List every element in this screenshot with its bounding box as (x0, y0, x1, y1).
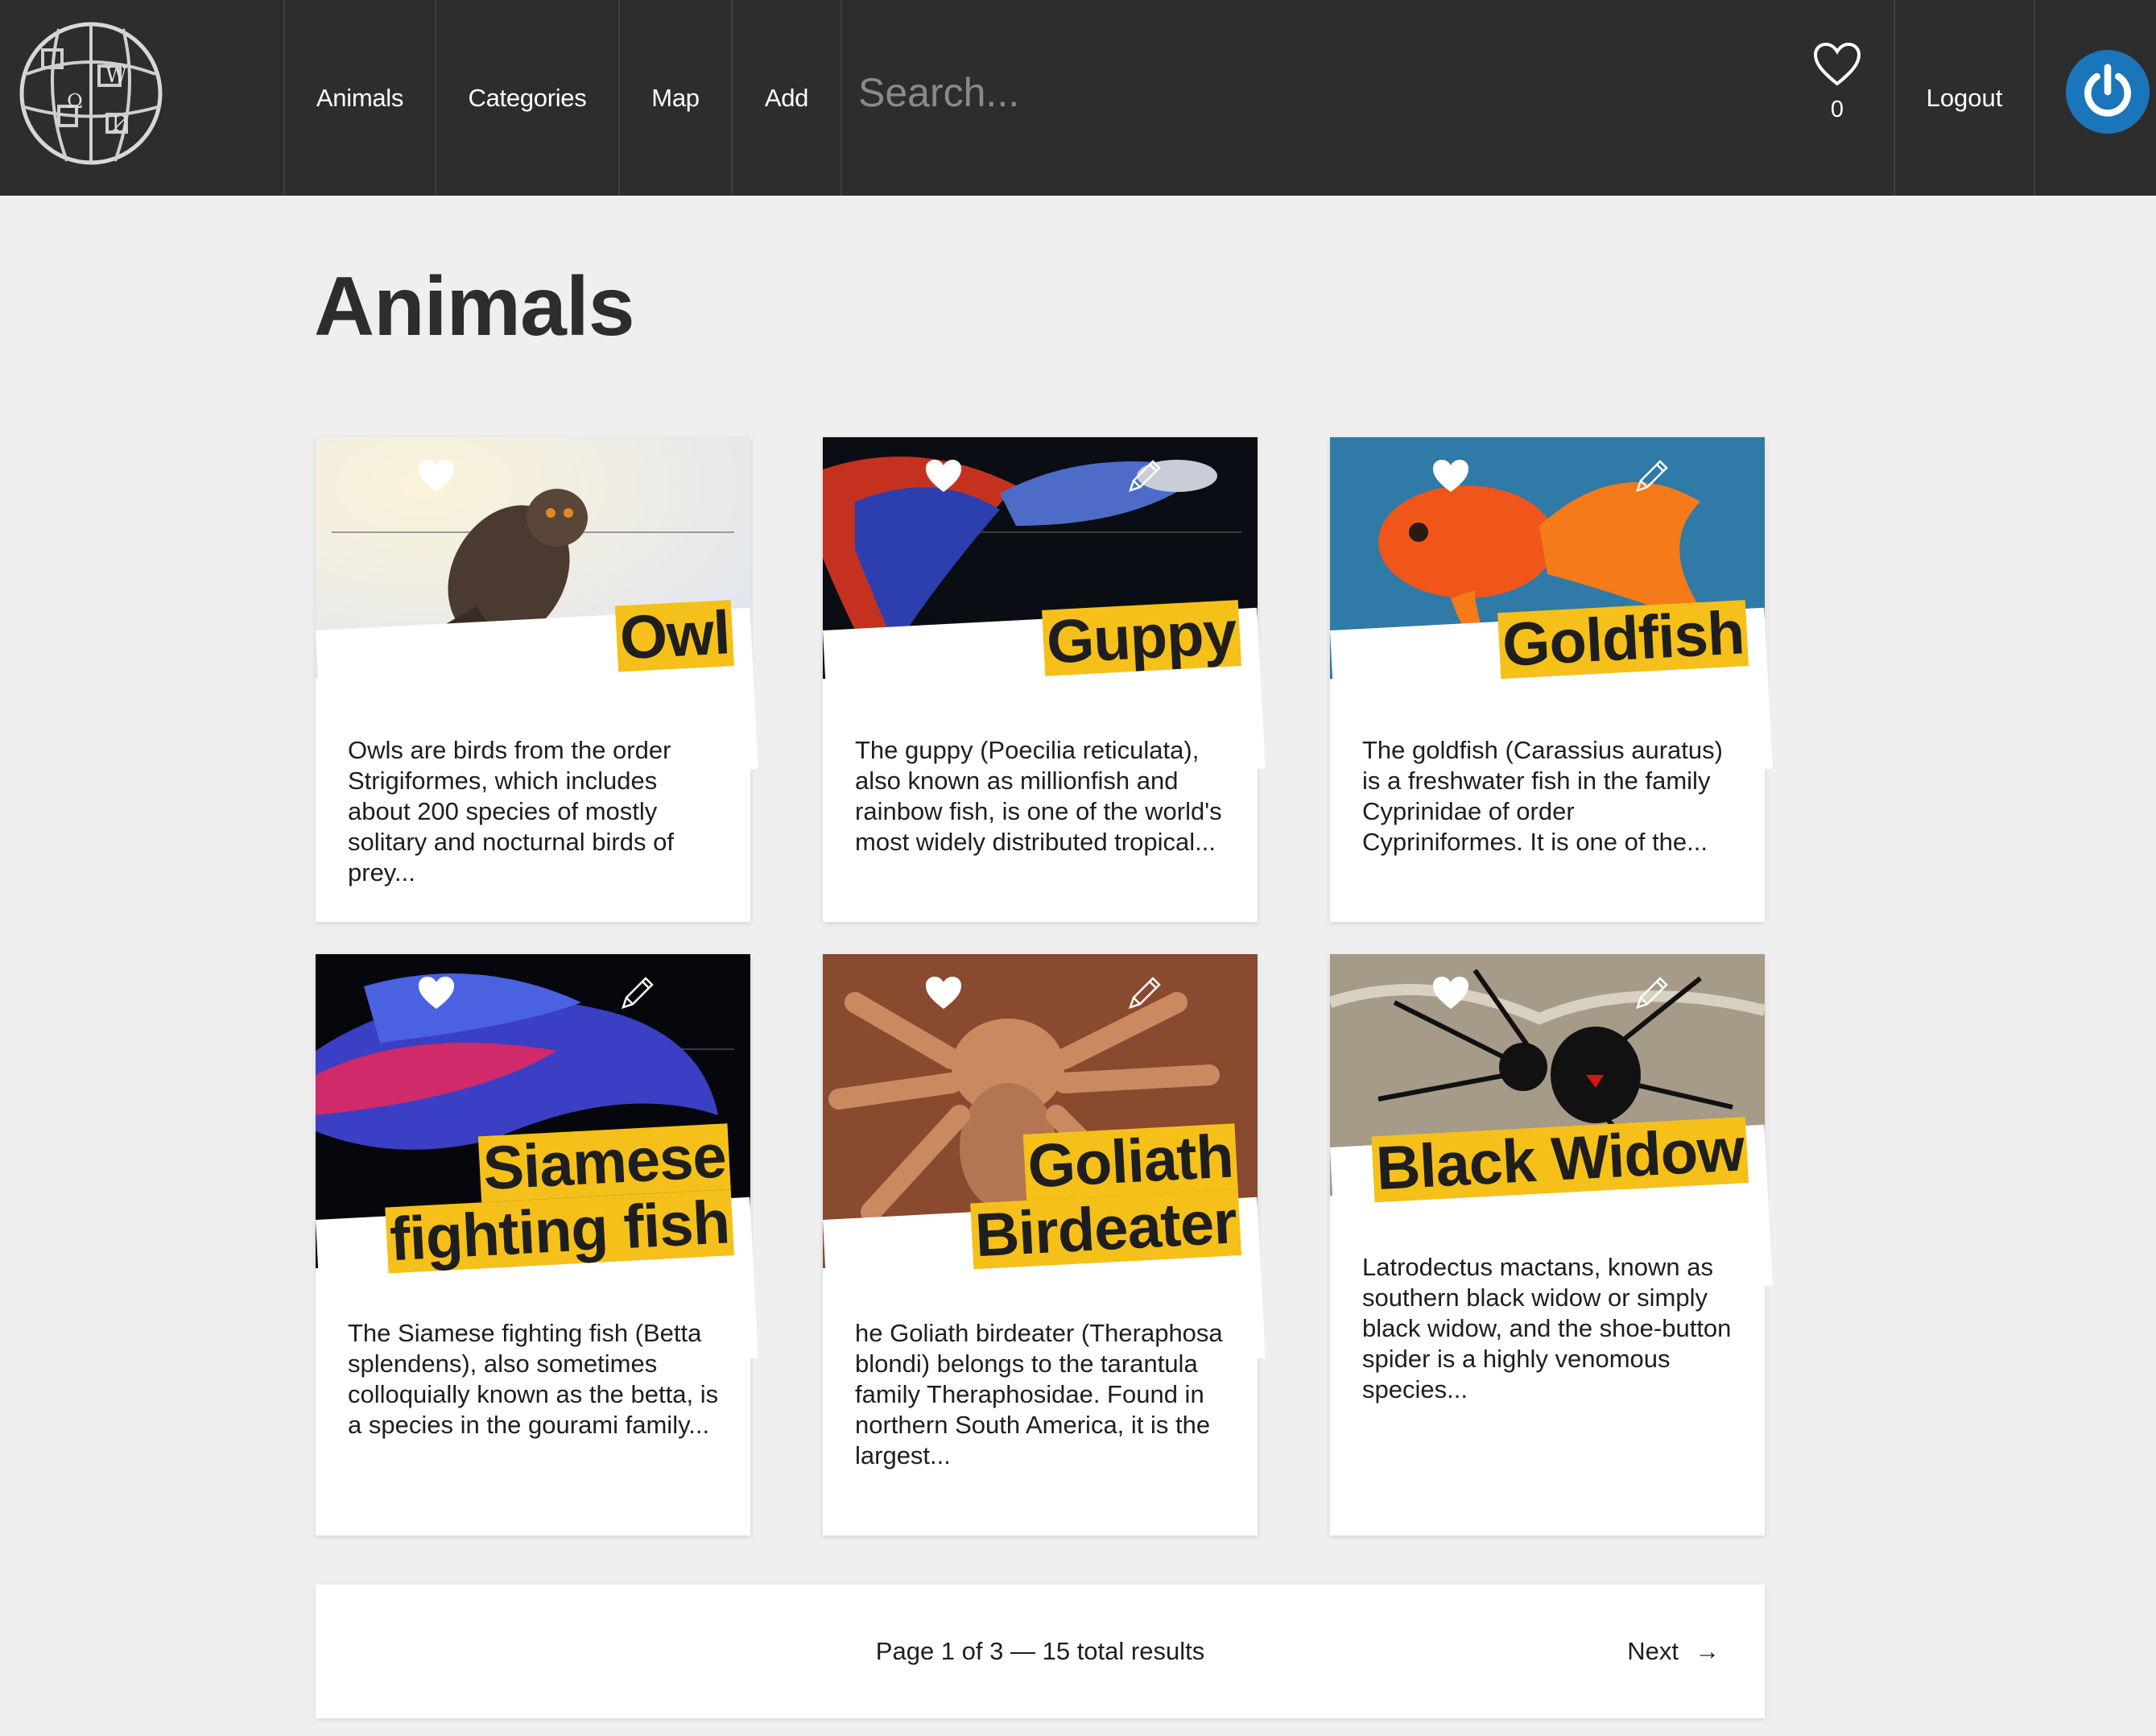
card-description: The goldfish (Carassius auratus) is a fr… (1362, 736, 1723, 856)
card-description: Latrodectus mactans, known as southern b… (1362, 1253, 1732, 1403)
next-page-label: Next (1627, 1637, 1679, 1665)
card-title-badge: Guppy (1042, 598, 1241, 677)
card-description: he Goliath birdeater (Theraphosa blondi)… (855, 1319, 1223, 1469)
favorite-heart-icon[interactable] (417, 458, 456, 494)
edit-pencil-icon[interactable] (1631, 972, 1673, 1014)
animal-card-guppy[interactable]: Guppy The guppy (Poecilia reticulata), a… (823, 437, 1266, 922)
card-title-line: Birdeater (970, 1188, 1241, 1270)
power-icon (2084, 64, 2131, 117)
svg-text:И: И (112, 113, 129, 135)
logout-link[interactable]: Logout (1895, 0, 2034, 196)
search-input[interactable] (858, 64, 1768, 121)
card-title-badge: Goliath Birdeater (967, 1122, 1241, 1270)
card-description: The Siamese fighting fish (Betta splende… (348, 1319, 719, 1439)
nav-link-animals[interactable]: Animals (285, 0, 435, 196)
nav-divider (841, 0, 842, 196)
page-title: Animals (314, 260, 635, 353)
next-page-link[interactable]: Next → (1627, 1585, 1720, 1718)
favorite-heart-icon[interactable] (417, 975, 456, 1011)
card-title-badge: Goldfish (1497, 598, 1749, 680)
edit-pencil-icon[interactable] (1124, 455, 1166, 497)
arrow-right-icon: → (1695, 1637, 1720, 1665)
nav-link-map[interactable]: Map (620, 0, 731, 196)
animal-card-goldfish[interactable]: Goldfish The goldfish (Carassius auratus… (1330, 437, 1773, 922)
edit-pencil-icon[interactable] (1124, 972, 1166, 1014)
favorite-heart-icon[interactable] (1431, 975, 1470, 1011)
top-navigation-bar: W Ω И Animals Categories Map Add 0 Logou… (0, 0, 2156, 196)
card-title-line: Goldfish (1497, 598, 1749, 680)
pagination-bar: Page 1 of 3 — 15 total results Next → (316, 1585, 1765, 1718)
favorite-heart-icon[interactable] (924, 458, 963, 494)
favorite-heart-icon[interactable] (924, 975, 963, 1011)
pagination-status: Page 1 of 3 — 15 total results (875, 1637, 1205, 1665)
animal-card-goliath-birdeater[interactable]: Goliath Birdeater he Goliath birdeater (… (823, 954, 1266, 1536)
animal-card-siamese-fighting-fish[interactable]: Siamese fighting fish The Siamese fighti… (316, 954, 758, 1536)
favorites-button[interactable]: 0 (1800, 42, 1874, 147)
animal-card-black-widow[interactable]: Black Widow Latrodectus mactans, known a… (1330, 954, 1773, 1536)
card-title-line: Owl (614, 598, 734, 672)
nav-divider (2034, 0, 2035, 196)
card-title-badge: Siamese fighting fish (382, 1122, 734, 1274)
wikipedia-globe-logo[interactable]: W Ω И (10, 18, 172, 166)
animal-card-owl[interactable]: Owl Owls are birds from the order Strigi… (316, 437, 758, 922)
edit-pencil-icon[interactable] (1631, 455, 1673, 497)
nav-link-add[interactable]: Add (733, 0, 841, 196)
nav-link-categories[interactable]: Categories (436, 0, 618, 196)
edit-pencil-icon[interactable] (617, 972, 659, 1014)
favorites-count: 0 (1830, 97, 1844, 122)
svg-text:Ω: Ω (67, 90, 83, 113)
card-title-line: Guppy (1042, 598, 1241, 677)
user-avatar-power-button[interactable] (2066, 50, 2150, 134)
card-description: The guppy (Poecilia reticulata), also kn… (855, 736, 1222, 856)
card-description: Owls are birds from the order Strigiform… (348, 736, 674, 887)
heart-outline-icon (1813, 42, 1861, 86)
card-title-badge: Owl (614, 598, 734, 672)
svg-text:W: W (105, 64, 127, 88)
favorite-heart-icon[interactable] (1431, 458, 1470, 494)
